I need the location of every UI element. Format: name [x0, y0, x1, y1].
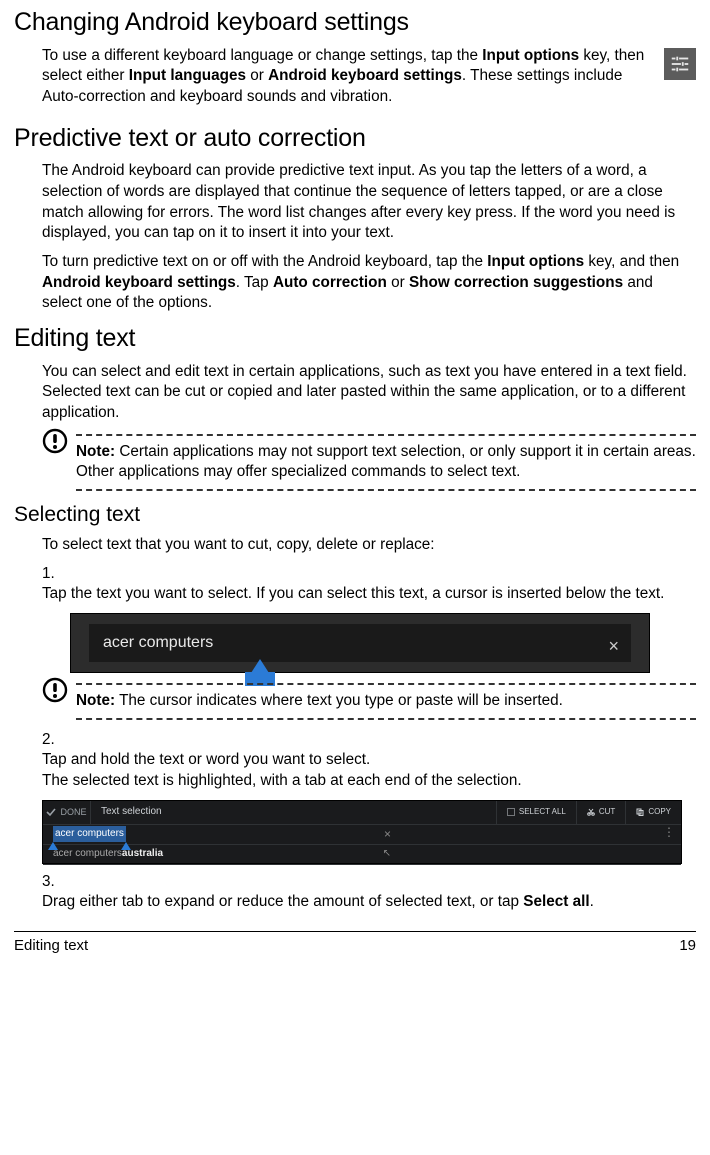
clear-icon[interactable]: × — [384, 826, 391, 842]
input-options-icon — [664, 48, 696, 80]
footer-section-title: Editing text — [14, 936, 88, 956]
select-all-button[interactable]: SELECT ALL — [496, 801, 576, 824]
search-input[interactable]: acer computers — [89, 624, 631, 662]
step-1: 1. Tap the text you want to select. If y… — [42, 564, 696, 605]
warning-icon — [42, 677, 68, 703]
warning-icon — [42, 428, 68, 454]
page-footer: Editing text 19 — [14, 931, 696, 956]
page-number: 19 — [679, 936, 696, 956]
heading-selecting-text: Selecting text — [14, 501, 696, 529]
paragraph-predictive-1: The Android keyboard can provide predict… — [42, 161, 696, 244]
heading-editing-text: Editing text — [14, 322, 696, 356]
paragraph-editing-intro: You can select and edit text in certain … — [42, 362, 696, 424]
selection-title: Text selection — [91, 805, 496, 819]
screenshot-search-bar: acer computers × — [70, 613, 650, 673]
step-3: 3. Drag either tab to expand or reduce t… — [42, 872, 696, 913]
clear-icon[interactable]: × — [608, 634, 619, 658]
note-cursor: Note: The cursor indicates where text yo… — [42, 683, 696, 720]
overflow-menu-icon[interactable]: ⋮ — [663, 829, 675, 835]
suggestion-row[interactable]: acer computers australia ↖ — [43, 845, 681, 865]
screenshot-text-selection: DONE Text selection SELECT ALL CUT COPY … — [42, 800, 682, 864]
heading-predictive: Predictive text or auto correction — [14, 122, 696, 156]
text-cursor-handle[interactable] — [251, 659, 269, 673]
paragraph-selecting-intro: To select text that you want to cut, cop… — [42, 535, 696, 556]
copy-button[interactable]: COPY — [625, 801, 681, 824]
paragraph-changing: To use a different keyboard language or … — [42, 46, 696, 108]
done-button[interactable]: DONE — [43, 801, 91, 824]
paragraph-predictive-2: To turn predictive text on or off with t… — [42, 252, 696, 314]
heading-changing-keyboard: Changing Android keyboard settings — [14, 6, 696, 40]
note-text-selection-support: Note: Certain applications may not suppo… — [42, 434, 696, 491]
cut-button[interactable]: CUT — [576, 801, 625, 824]
selected-text[interactable]: acer computers — [53, 826, 126, 842]
step-2: 2. Tap and hold the text or word you wan… — [42, 730, 696, 792]
